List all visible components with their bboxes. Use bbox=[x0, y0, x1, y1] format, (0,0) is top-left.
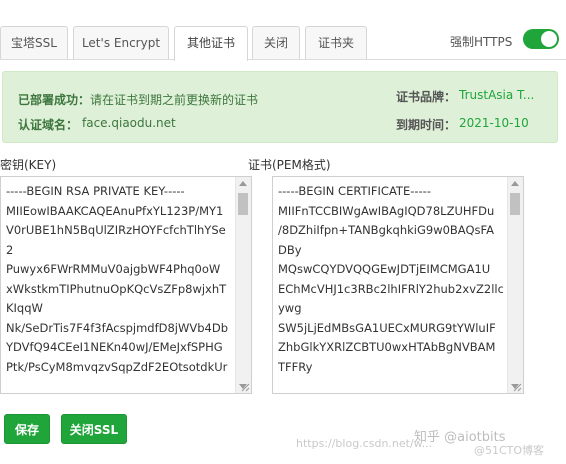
cert-label: 证书(PEM格式) bbox=[248, 158, 331, 172]
brand-key: 证书品牌： bbox=[396, 90, 457, 104]
text-line: 2 bbox=[6, 242, 14, 257]
deploy-status-banner: 已部署成功： 请在证书到期之前更换新的证书 认证域名： face.qiaodu.… bbox=[2, 71, 558, 143]
key-textarea[interactable]: -----BEGIN RSA PRIVATE KEY----- MIIEowIBA… bbox=[0, 176, 252, 394]
force-https-toggle[interactable] bbox=[523, 29, 559, 49]
tab-other-cert[interactable]: 其他证书 bbox=[174, 26, 248, 61]
scroll-up-icon[interactable] bbox=[239, 181, 247, 186]
expire-value: 2021-10-10 bbox=[459, 116, 529, 130]
text-line: /8DZhiIfpn+TANBgkqhkiG9w0BAQsFA bbox=[278, 223, 494, 237]
text-line: SW5jLjEdMBsGA1UECxMURG9tYWluIF bbox=[278, 320, 496, 335]
text-line: MIIEowIBAAKCAQEAnuPfxYL123P/MY1 bbox=[6, 203, 224, 218]
key-label: 密钥(KEY) bbox=[0, 158, 57, 172]
tab-baota-ssl[interactable]: 宝塔SSL bbox=[0, 26, 68, 59]
save-button[interactable]: 保存 bbox=[4, 414, 50, 444]
text-line: Nk/SeDrTis7F4f3fAcspjmdfD8jWVb4Db bbox=[6, 320, 229, 335]
text-line: MQswCQYDVQQGEwJDTjEIMCMGA1U bbox=[278, 262, 491, 276]
domain-value: face.qiaodu.net bbox=[82, 116, 176, 130]
resize-grip-icon[interactable] bbox=[240, 382, 250, 392]
deployed-key: 已部署成功： bbox=[18, 93, 91, 107]
force-https-label: 强制HTTPS bbox=[450, 35, 513, 49]
text-line: TFFRy bbox=[278, 359, 313, 374]
watermark-url: https://blog.csdn.net/w... bbox=[296, 437, 433, 450]
scroll-up-icon[interactable] bbox=[511, 181, 519, 186]
text-line: KIqqW bbox=[6, 301, 43, 315]
key-content: -----BEGIN RSA PRIVATE KEY----- MIIEowIBA… bbox=[6, 182, 231, 377]
brand-value: TrustAsia T... bbox=[459, 88, 535, 102]
text-line: ywg bbox=[278, 301, 302, 315]
key-scrollbar[interactable] bbox=[235, 177, 251, 393]
text-line: -----BEGIN CERTIFICATE----- bbox=[278, 184, 431, 198]
text-line: MIIFnTCCBIWgAwIBAgIQD78LZUHFDu bbox=[278, 203, 495, 218]
expire-key: 到期时间： bbox=[396, 118, 457, 132]
cert-content: -----BEGIN CERTIFICATE----- MIIFnTCCBIWgA… bbox=[278, 182, 503, 377]
deployed-value: 请在证书到期之前更换新的证书 bbox=[90, 93, 259, 107]
text-line: -----BEGIN RSA PRIVATE KEY----- bbox=[6, 184, 185, 198]
text-line: ZhbGlkYXRlZCBTU0wxHTAbBgNVBAM bbox=[278, 340, 496, 354]
scroll-thumb[interactable] bbox=[510, 193, 520, 215]
text-line: Puwyx6FWrRMMuV0ajgbWF4Phq0oW bbox=[6, 262, 221, 276]
tab-lets-encrypt[interactable]: Let's Encrypt bbox=[73, 26, 169, 59]
tab-cert-folder[interactable]: 证书夹 bbox=[305, 26, 367, 59]
domain-key: 认证域名： bbox=[18, 118, 79, 132]
text-line: YDVfQ94CEeI1NEKn40wJ/EMeJxfSPHG bbox=[6, 340, 223, 354]
resize-grip-icon[interactable] bbox=[512, 382, 522, 392]
text-line: EChMcVHJ1c3RBc2lhIFRlY2hub2xvZ2llc bbox=[278, 281, 503, 296]
text-line: xWkstkmTIPhutnuOpKQcVsZFp8wjxhT bbox=[6, 281, 227, 296]
watermark-sub: @51CTO博客 bbox=[474, 444, 545, 457]
toggle-knob bbox=[541, 31, 557, 47]
cert-scrollbar[interactable] bbox=[507, 177, 523, 393]
text-line: Ptk/PsCyM8mvqzvSqpZdF2EOtsotdkUr bbox=[6, 359, 228, 374]
text-line: DBy bbox=[278, 242, 302, 257]
text-line: V0rUBE1hN5BqUlZIRzHOYFcfchTlhYSe bbox=[6, 223, 226, 237]
close-ssl-button[interactable]: 关闭SSL bbox=[61, 414, 127, 444]
tab-close[interactable]: 关闭 bbox=[252, 26, 300, 59]
cert-textarea[interactable]: -----BEGIN CERTIFICATE----- MIIFnTCCBIWgA… bbox=[272, 176, 524, 394]
scroll-thumb[interactable] bbox=[238, 193, 248, 215]
